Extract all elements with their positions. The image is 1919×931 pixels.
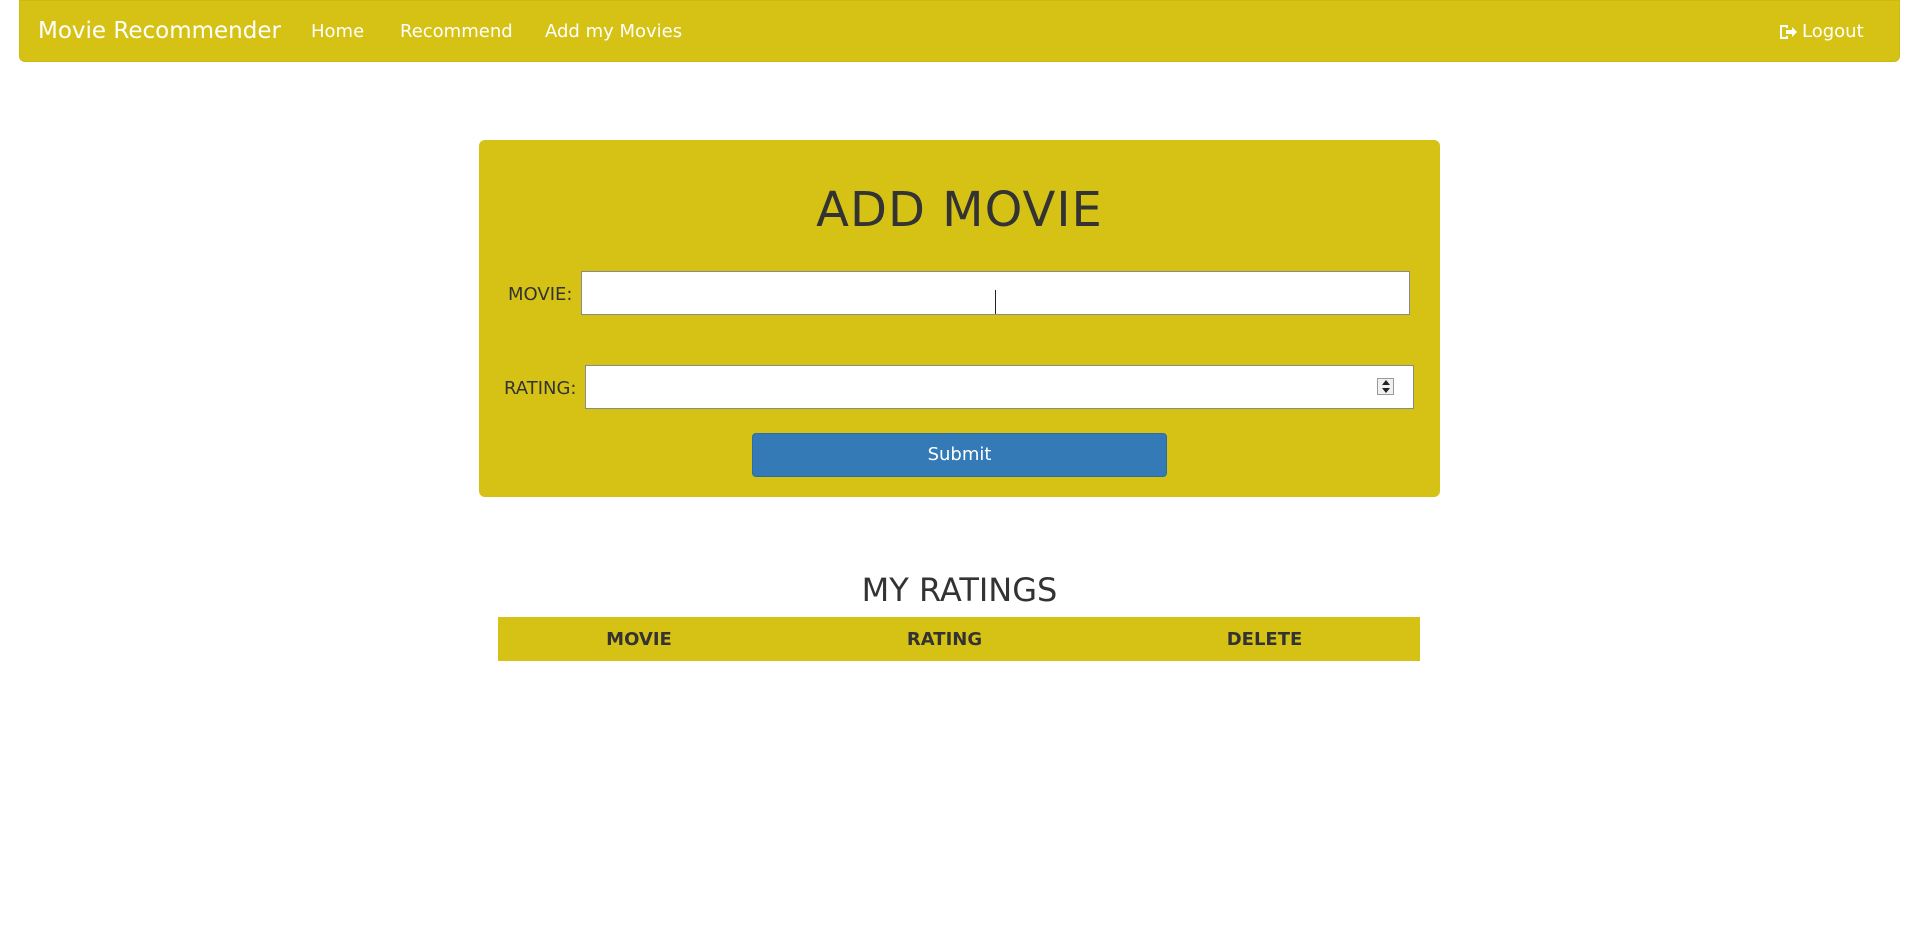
column-header-rating: RATING <box>906 628 983 650</box>
submit-button[interactable]: Submit <box>752 433 1167 477</box>
column-header-movie: MOVIE <box>606 628 672 650</box>
spinner-down-icon[interactable] <box>1381 387 1390 393</box>
brand-link[interactable]: Movie Recommender <box>38 17 281 45</box>
my-ratings-title: MY RATINGS <box>861 571 1058 609</box>
ratings-table: MOVIE RATING DELETE <box>498 617 1420 661</box>
rating-input[interactable] <box>585 365 1414 409</box>
movie-label: MOVIE: <box>508 284 573 305</box>
ratings-table-header: MOVIE RATING DELETE <box>498 617 1420 661</box>
spinner-up-icon[interactable] <box>1381 380 1390 386</box>
nav-home[interactable]: Home <box>311 21 364 43</box>
logout-icon <box>1778 23 1798 41</box>
column-header-delete: DELETE <box>1226 628 1303 650</box>
navbar: Movie Recommender Home Recommend Add my … <box>19 0 1900 62</box>
logout-link[interactable]: Logout <box>1778 21 1864 43</box>
rating-label: RATING: <box>504 378 577 399</box>
add-movie-card: ADD MOVIE MOVIE: RATING: Submit <box>479 140 1440 497</box>
nav-add-my-movies[interactable]: Add my Movies <box>545 21 682 43</box>
add-movie-title: ADD MOVIE <box>816 182 1103 238</box>
text-caret <box>995 290 996 314</box>
logout-label: Logout <box>1802 21 1864 42</box>
nav-recommend[interactable]: Recommend <box>400 21 513 43</box>
number-spinner-icon[interactable] <box>1377 378 1394 395</box>
